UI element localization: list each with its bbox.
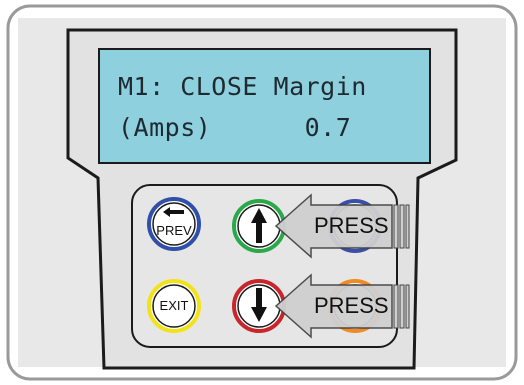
press-label-top: PRESS [314,213,389,238]
device-illustration: M1: CLOSE Margin (Amps) 0.7 PREV EXIT PR… [0,0,524,385]
prev-button-label: PREV [156,223,192,238]
exit-button-label: EXIT [159,298,189,313]
lcd-line-2: (Amps) 0.7 [118,113,352,142]
lcd-line-1: M1: CLOSE Margin [118,72,367,101]
press-label-bottom: PRESS [314,293,389,318]
lcd-screen [98,48,431,164]
device-graphic [6,4,518,381]
